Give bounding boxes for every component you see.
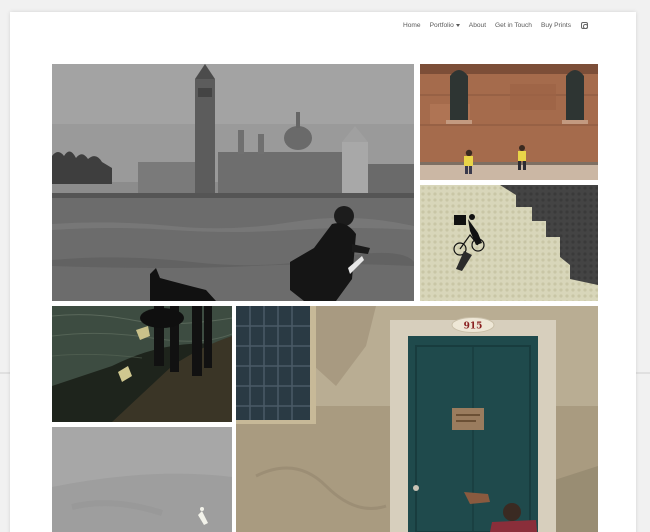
- chevron-down-icon: [455, 24, 460, 27]
- photo-venice-lagoon[interactable]: [52, 64, 414, 301]
- page-card: Home Portfolio About Get in Touch Buy Pr…: [10, 12, 636, 532]
- photo-waters-edge[interactable]: [52, 306, 232, 422]
- instagram-icon[interactable]: [581, 22, 588, 29]
- nav-home[interactable]: Home: [403, 22, 421, 29]
- nav-buy-prints[interactable]: Buy Prints: [541, 22, 571, 29]
- door-number: 915: [464, 322, 483, 332]
- nav-portfolio[interactable]: Portfolio: [430, 22, 460, 29]
- photo-teal-door[interactable]: 915: [236, 306, 598, 532]
- nav-about[interactable]: About: [469, 22, 486, 29]
- photo-brick-wall-children[interactable]: [420, 64, 598, 180]
- main-nav: Home Portfolio About Get in Touch Buy Pr…: [394, 22, 588, 29]
- photo-grey-pavement[interactable]: [52, 427, 232, 532]
- photo-cyclist-cobblestones[interactable]: [420, 185, 598, 301]
- nav-get-in-touch[interactable]: Get in Touch: [495, 22, 532, 29]
